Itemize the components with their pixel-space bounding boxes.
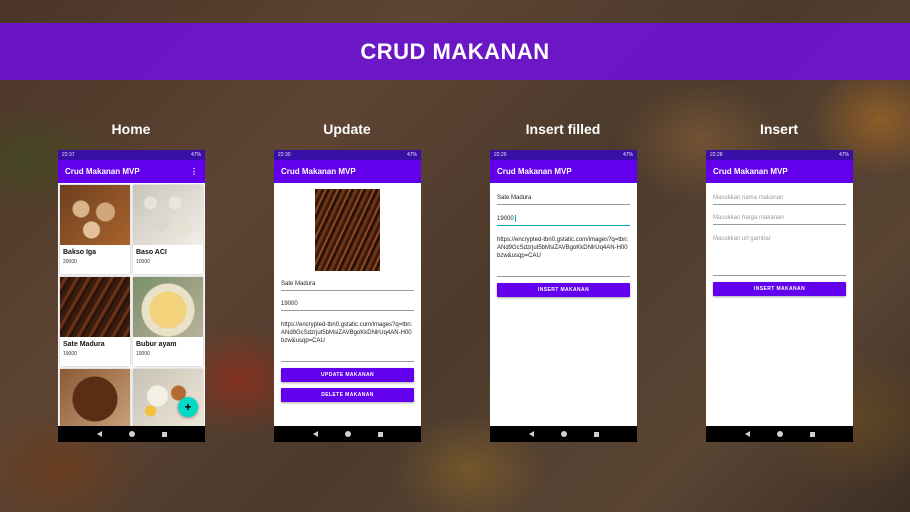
food-preview-image — [315, 189, 380, 271]
nav-bar — [274, 426, 421, 442]
status-time: 22:37 — [62, 152, 75, 158]
status-bar: 22:28 47% — [706, 150, 853, 160]
page-title: CRUD MAKANAN — [360, 38, 550, 64]
back-icon[interactable] — [96, 431, 102, 437]
recent-apps-icon[interactable] — [809, 431, 815, 437]
food-card[interactable]: Baso ACI 10000 — [133, 185, 203, 274]
update-screen: 22:30 47% Crud Makanan MVP Sate Madura 1… — [274, 150, 421, 442]
update-button[interactable]: UPDATE MAKANAN — [281, 368, 414, 382]
food-card[interactable]: Bubur ayam 10000 — [133, 277, 203, 366]
recent-apps-icon[interactable] — [161, 431, 167, 437]
text-cursor — [514, 215, 516, 222]
food-name: Sate Madura — [63, 341, 105, 348]
back-icon[interactable] — [744, 431, 750, 437]
insert-form: Masukkan nama makanan Masukkan harga mak… — [706, 183, 853, 296]
status-bar: 22:30 47% — [274, 150, 421, 160]
price-value: 19000 — [497, 216, 514, 223]
recent-apps-icon[interactable] — [377, 431, 383, 437]
food-card[interactable]: Bakso Iga 20000 — [60, 185, 130, 274]
app-bar: Crud Makanan MVP — [490, 160, 637, 183]
home-icon[interactable] — [776, 431, 783, 437]
nav-bar — [490, 426, 637, 442]
url-field[interactable]: https://encrypted-tbn0.gstatic.com/image… — [497, 233, 630, 278]
status-time: 22:29 — [494, 152, 507, 158]
home-icon[interactable] — [128, 431, 135, 437]
home-icon[interactable] — [560, 431, 567, 437]
name-field[interactable]: Masukkan nama makanan — [713, 192, 846, 205]
app-bar: Crud Makanan MVP — [706, 160, 853, 183]
add-icon: + — [184, 400, 192, 414]
food-name: Baso ACI — [136, 249, 167, 256]
food-price: 20000 — [63, 259, 77, 265]
food-price: 19000 — [63, 351, 77, 357]
nav-bar — [706, 426, 853, 442]
app-bar: Crud Makanan MVP — [274, 160, 421, 183]
app-bar: Crud Makanan MVP ⋮ — [58, 160, 205, 183]
delete-button[interactable]: DELETE MAKANAN — [281, 388, 414, 402]
column-label-insert-filled: Insert filled — [525, 121, 601, 137]
add-food-button[interactable]: + — [178, 397, 198, 417]
status-bar: 22:37 47% — [58, 150, 205, 160]
insert-button[interactable]: INSERT MAKANAN — [713, 282, 846, 296]
app-title: Crud Makanan MVP — [497, 167, 572, 176]
food-image — [60, 369, 130, 429]
recent-apps-icon[interactable] — [593, 431, 599, 437]
status-battery: 47% — [406, 152, 417, 158]
app-title: Crud Makanan MVP — [713, 167, 788, 176]
column-label-home: Home — [111, 121, 151, 137]
back-icon[interactable] — [528, 431, 534, 437]
name-field[interactable]: Sate Madura — [497, 192, 630, 205]
title-banner: CRUD MAKANAN — [0, 23, 910, 80]
food-image — [133, 277, 203, 337]
price-field[interactable]: 19000 — [281, 298, 414, 311]
url-field[interactable]: https://encrypted-tbn0.gstatic.com/image… — [281, 318, 414, 362]
food-name: Bubur ayam — [136, 341, 177, 348]
insert-form: Sate Madura 19000 https://encrypted-tbn0… — [490, 183, 637, 298]
status-battery: 47% — [622, 152, 633, 158]
column-label-insert: Insert — [759, 121, 799, 137]
food-image — [60, 185, 130, 245]
column-label-update: Update — [323, 121, 371, 137]
food-price: 10000 — [136, 351, 150, 357]
price-field[interactable]: 19000 — [497, 212, 630, 227]
status-battery: 47% — [190, 152, 201, 158]
more-vert-icon[interactable]: ⋮ — [190, 167, 198, 176]
update-form: Sate Madura 19000 https://encrypted-tbn0… — [274, 278, 421, 402]
url-field[interactable]: Masukkan url gambar — [713, 232, 846, 276]
home-icon[interactable] — [344, 431, 351, 437]
back-icon[interactable] — [312, 431, 318, 437]
nav-bar — [58, 426, 205, 442]
food-image — [133, 185, 203, 245]
status-time: 22:30 — [278, 152, 291, 158]
status-battery: 47% — [838, 152, 849, 158]
insert-filled-screen: 22:29 47% Crud Makanan MVP Sate Madura 1… — [490, 150, 637, 442]
app-title: Crud Makanan MVP — [65, 167, 140, 176]
status-time: 22:28 — [710, 152, 723, 158]
food-image — [60, 277, 130, 337]
status-bar: 22:29 47% — [490, 150, 637, 160]
app-title: Crud Makanan MVP — [281, 167, 356, 176]
food-name: Bakso Iga — [63, 249, 97, 256]
insert-screen: 22:28 47% Crud Makanan MVP Masukkan nama… — [706, 150, 853, 442]
food-price: 10000 — [136, 259, 150, 265]
home-screen: 22:37 47% Crud Makanan MVP ⋮ Bakso Iga 2… — [58, 150, 205, 442]
food-card[interactable]: Sate Madura 19000 — [60, 277, 130, 366]
price-field[interactable]: Masukkan harga makanan — [713, 212, 846, 225]
name-field[interactable]: Sate Madura — [281, 278, 414, 291]
insert-button[interactable]: INSERT MAKANAN — [497, 283, 630, 298]
